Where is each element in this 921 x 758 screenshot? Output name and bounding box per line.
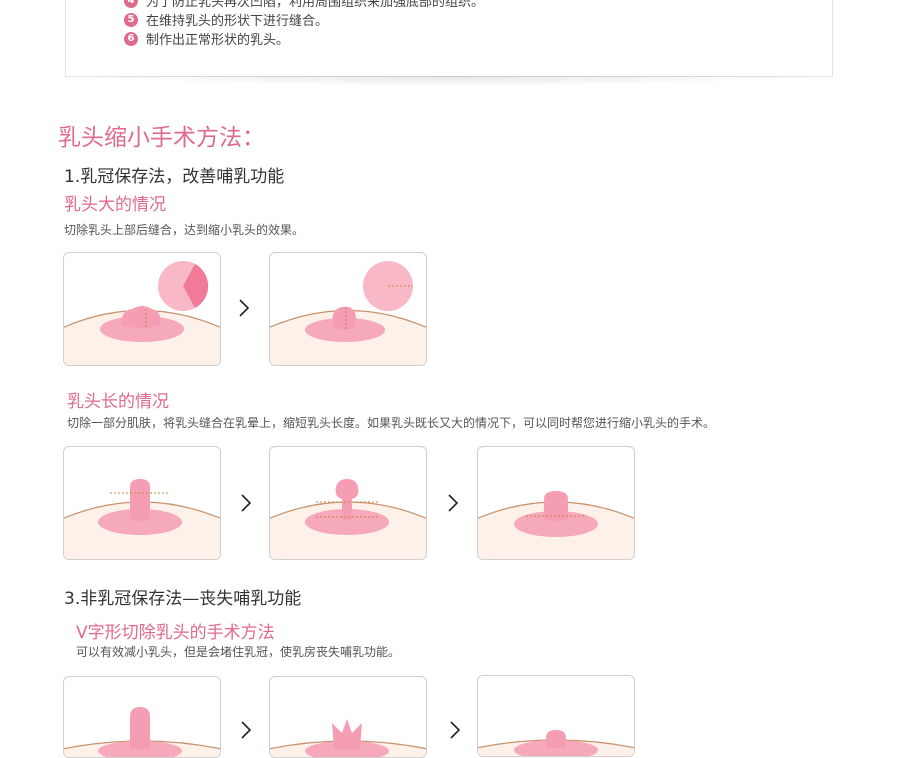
chevron-right-icon xyxy=(446,493,460,513)
illustration-long-middle xyxy=(269,446,427,560)
step-item-5: 5 在维持乳头的形状下进行缝合。 xyxy=(124,10,328,29)
case-big-desc: 切除乳头上部后缝合，达到缩小乳头的效果。 xyxy=(64,223,305,237)
chevron-right-icon xyxy=(239,493,253,513)
case-long-title: 乳头长的情况 xyxy=(67,392,169,412)
step-item-4: 4 为了防止乳头再次凹陷，利用周围组织来加强底部的组织。 xyxy=(124,0,484,10)
chevron-right-icon xyxy=(237,298,251,318)
method3-heading: 3.非乳冠保存法—丧失哺乳功能 xyxy=(64,589,302,609)
illustration-long-after xyxy=(477,446,635,560)
method3-subtitle: V字形切除乳头的手术方法 xyxy=(76,623,275,643)
method1-heading: 1.乳冠保存法，改善哺乳功能 xyxy=(64,167,285,187)
method3-desc: 可以有效减小乳头，但是会堵住乳冠，使乳房丧失哺乳功能。 xyxy=(76,645,401,659)
case-big-title: 乳头大的情况 xyxy=(64,195,166,215)
box-shadow xyxy=(80,76,820,86)
chevron-right-icon xyxy=(239,720,253,740)
illustration-v-after xyxy=(477,675,635,757)
step-text: 为了防止乳头再次凹陷，利用周围组织来加强底部的组织。 xyxy=(146,0,485,10)
illustration-big-after xyxy=(269,252,427,366)
step-item-6: 6 制作出正常形状的乳头。 xyxy=(124,29,289,48)
illustration-big-before xyxy=(63,252,221,366)
step-text: 在维持乳头的形状下进行缝合。 xyxy=(146,14,329,29)
step-number-badge: 4 xyxy=(124,0,138,8)
chevron-right-icon xyxy=(448,720,462,740)
step-number-badge: 5 xyxy=(124,12,138,27)
step-text: 制作出正常形状的乳头。 xyxy=(146,33,290,48)
section-title: 乳头缩小手术方法： xyxy=(58,125,265,151)
illustration-long-before xyxy=(63,446,221,560)
case-long-desc: 切除一部分肌肤，将乳头缝合在乳晕上，缩短乳头长度。如果乳头既长又大的情况下，可以… xyxy=(67,416,716,430)
step-number-badge: 6 xyxy=(124,31,138,46)
